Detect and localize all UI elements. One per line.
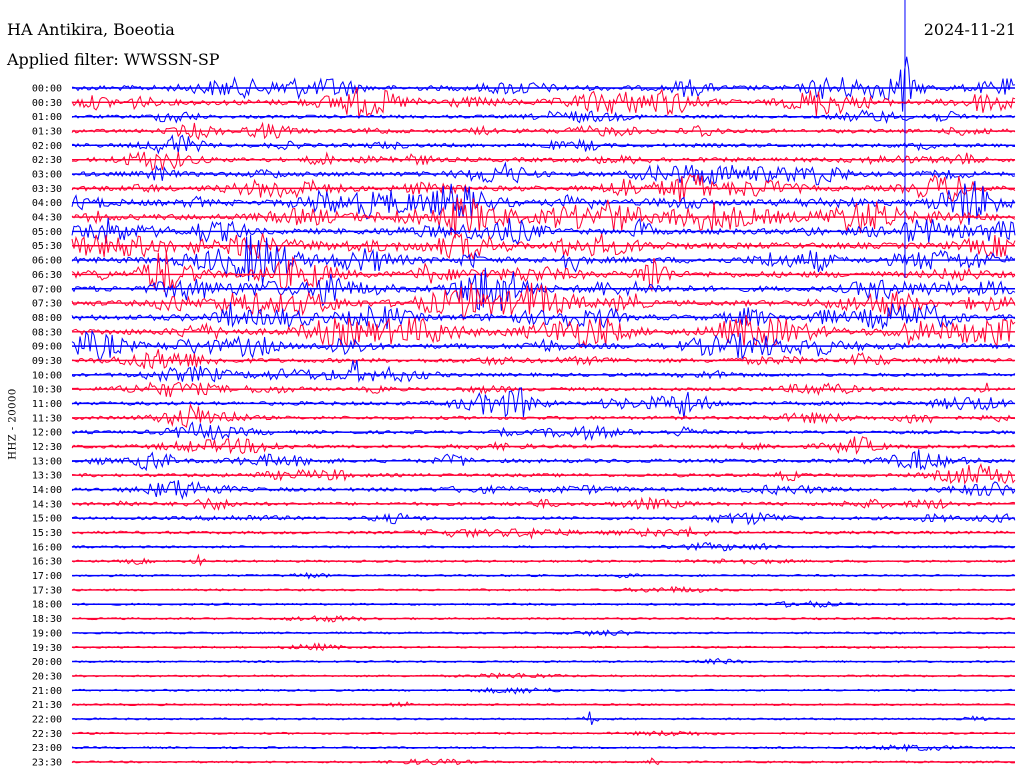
- time-tick-label: 20:30: [32, 671, 62, 682]
- trace-line: [71, 462, 1016, 485]
- time-tick-label: 00:30: [32, 98, 62, 109]
- time-tick-label: 21:30: [32, 700, 62, 711]
- time-tick-label: 09:00: [32, 342, 62, 353]
- time-tick-label: 23:00: [32, 743, 62, 754]
- time-tick-label: 21:00: [32, 686, 62, 697]
- trace-line: [71, 711, 1016, 725]
- time-tick-label: 22:00: [32, 714, 62, 725]
- trace-line: [71, 449, 1016, 472]
- time-tick-label: 05:00: [32, 227, 62, 238]
- time-tick-label: 13:30: [32, 471, 62, 482]
- time-tick-label: 01:30: [32, 127, 62, 138]
- trace-line: [71, 151, 1016, 172]
- time-tick-label: 00:00: [32, 84, 62, 95]
- time-tick-label: 20:00: [32, 657, 62, 668]
- time-tick-label: 11:00: [32, 399, 62, 410]
- time-tick-label: 18:30: [32, 614, 62, 625]
- trace-line: [71, 553, 1016, 567]
- time-tick-label: 03:00: [32, 170, 62, 181]
- time-tick-label: 12:30: [32, 442, 62, 453]
- time-tick-label: 06:00: [32, 256, 62, 267]
- time-tick-label: 19:30: [32, 643, 62, 654]
- time-tick-label: 10:30: [32, 385, 62, 396]
- time-tick-label: 02:30: [32, 155, 62, 166]
- trace-line: [71, 232, 1016, 261]
- time-tick-label: 18:00: [32, 600, 62, 611]
- time-tick-label: 05:30: [32, 241, 62, 252]
- time-tick-label: 15:00: [32, 514, 62, 525]
- time-tick-label: 04:00: [32, 198, 62, 209]
- traces-group: [71, 0, 1016, 766]
- time-tick-label: 06:30: [32, 270, 62, 281]
- time-tick-label: 02:00: [32, 141, 62, 152]
- time-tick-label: 14:00: [32, 485, 62, 496]
- time-tick-label: 12:00: [32, 428, 62, 439]
- time-tick-label: 03:30: [32, 184, 62, 195]
- trace-line: [71, 421, 1016, 441]
- time-tick-label: 08:30: [32, 327, 62, 338]
- time-tick-label: 16:00: [32, 542, 62, 553]
- time-tick-label: 22:30: [32, 729, 62, 740]
- time-tick-label: 17:30: [32, 585, 62, 596]
- time-tick-label: 15:30: [32, 528, 62, 539]
- time-tick-label: 09:30: [32, 356, 62, 367]
- time-tick-label: 16:30: [32, 557, 62, 568]
- time-tick-label: 19:00: [32, 628, 62, 639]
- trace-line: [71, 349, 1016, 370]
- trace-line: [71, 402, 1016, 428]
- time-tick-label: 10:00: [32, 370, 62, 381]
- time-tick-label: 14:30: [32, 499, 62, 510]
- time-tick-label: 04:30: [32, 213, 62, 224]
- time-tick-label: 01:00: [32, 112, 62, 123]
- time-tick-label: 07:30: [32, 299, 62, 310]
- time-tick-label: 08:00: [32, 313, 62, 324]
- time-ticks-group: 00:00 00:30 01:00 01:30 02:00 02:30 03:00 03:30…: [32, 84, 62, 769]
- trace-line: [72, 134, 1016, 155]
- time-tick-label: 23:30: [32, 757, 62, 768]
- time-tick-label: 11:30: [32, 413, 62, 424]
- helicorder-plot: 00:00 00:30 01:00 01:30 02:00 02:30 03:00 03:30…: [32, 0, 1016, 769]
- time-tick-label: 13:00: [32, 456, 62, 467]
- trace-line: [71, 360, 1016, 383]
- time-tick-label: 17:00: [32, 571, 62, 582]
- time-tick-label: 07:00: [32, 284, 62, 295]
